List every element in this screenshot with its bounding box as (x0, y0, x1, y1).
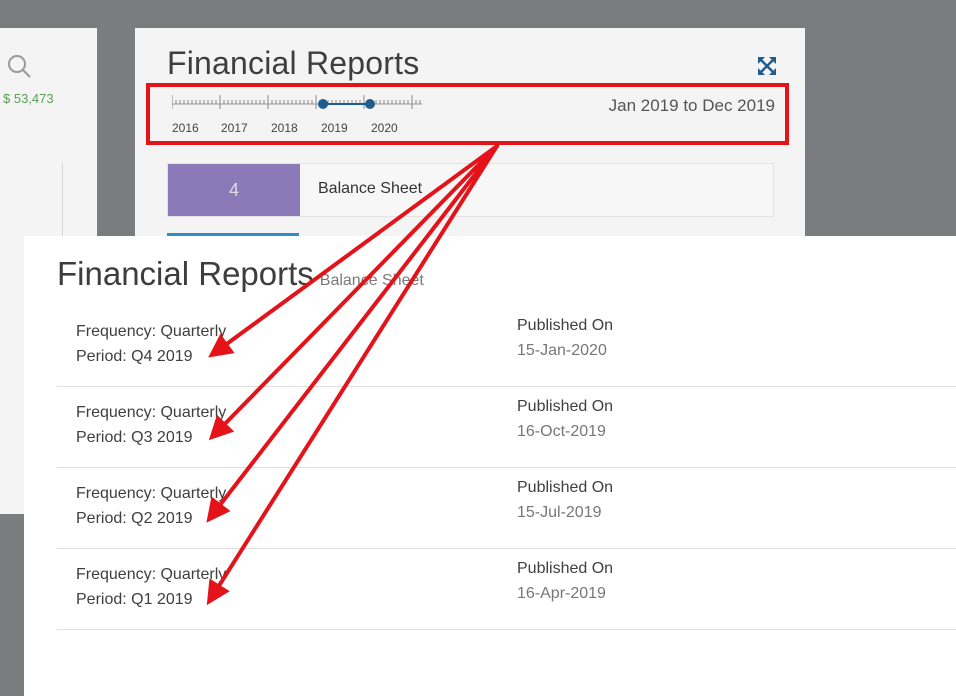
modal-title-text: Financial Reports (57, 255, 314, 292)
published-on-label: Published On (517, 560, 614, 577)
report-frequency: Frequency: Quarterly (76, 485, 227, 502)
report-row[interactable]: Frequency: Quarterly Period: Q4 2019 Pub… (57, 306, 956, 387)
published-date: 16-Apr-2019 (517, 585, 606, 602)
report-period: Period: Q4 2019 (76, 348, 193, 365)
balance-sheet-row[interactable]: 4 Balance Sheet (167, 163, 774, 217)
balance-sheet-count: 4 (168, 164, 300, 216)
published-date: 16-Oct-2019 (517, 423, 606, 440)
expand-icon[interactable] (758, 57, 776, 75)
card-title: Financial Reports (167, 45, 420, 81)
modal-subtitle: Balance Sheet (319, 272, 424, 289)
report-period: Period: Q1 2019 (76, 591, 193, 608)
report-list: Frequency: Quarterly Period: Q4 2019 Pub… (57, 306, 956, 630)
search-icon[interactable] (6, 54, 32, 80)
published-date: 15-Jan-2020 (517, 342, 607, 359)
report-frequency: Frequency: Quarterly (76, 323, 227, 340)
report-row[interactable]: Frequency: Quarterly Period: Q1 2019 Pub… (57, 549, 956, 630)
balance-sheet-label: Balance Sheet (318, 180, 423, 197)
report-frequency: Frequency: Quarterly (76, 404, 227, 421)
annotation-highlight-box (146, 83, 789, 145)
published-date: 15-Jul-2019 (517, 504, 602, 521)
financial-reports-modal: Financial Reports Balance Sheet Frequency… (24, 236, 956, 696)
published-on-label: Published On (517, 398, 614, 415)
report-frequency: Frequency: Quarterly (76, 566, 227, 583)
published-on-label: Published On (517, 479, 614, 496)
report-period: Period: Q2 2019 (76, 510, 193, 527)
published-on-label: Published On (517, 317, 614, 334)
modal-title: Financial Reports Balance Sheet (57, 255, 424, 293)
report-row[interactable]: Frequency: Quarterly Period: Q3 2019 Pub… (57, 387, 956, 468)
summary-amount: $ 53,473 (3, 91, 54, 106)
report-period: Period: Q3 2019 (76, 429, 193, 446)
report-row[interactable]: Frequency: Quarterly Period: Q2 2019 Pub… (57, 468, 956, 549)
